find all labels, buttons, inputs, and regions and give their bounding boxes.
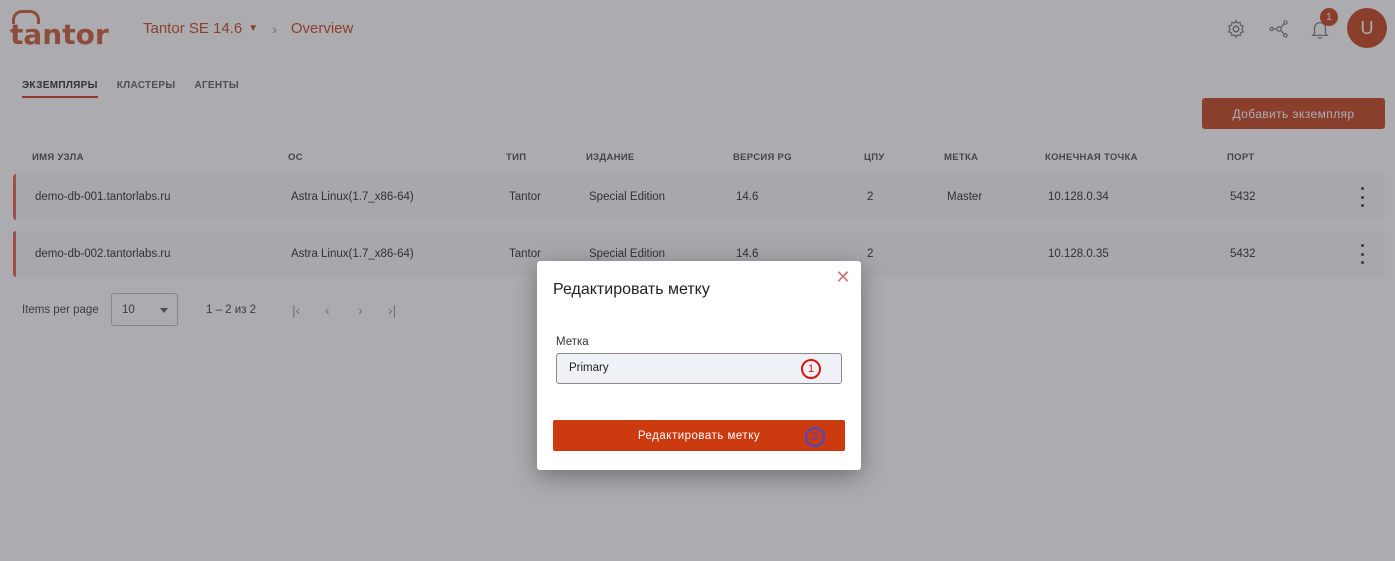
step-marker-1: 1 [801,359,821,379]
edit-label-dialog: Редактировать метку ✕ Метка Primary 1 Ре… [537,261,861,470]
edit-label-submit-button[interactable]: Редактировать метку [553,420,845,451]
label-field-label: Метка [556,336,589,348]
label-input[interactable]: Primary [556,353,842,384]
dialog-title: Редактировать метку [553,281,710,298]
step-marker-2: 2 [805,427,825,447]
close-icon[interactable]: ✕ [835,268,851,286]
